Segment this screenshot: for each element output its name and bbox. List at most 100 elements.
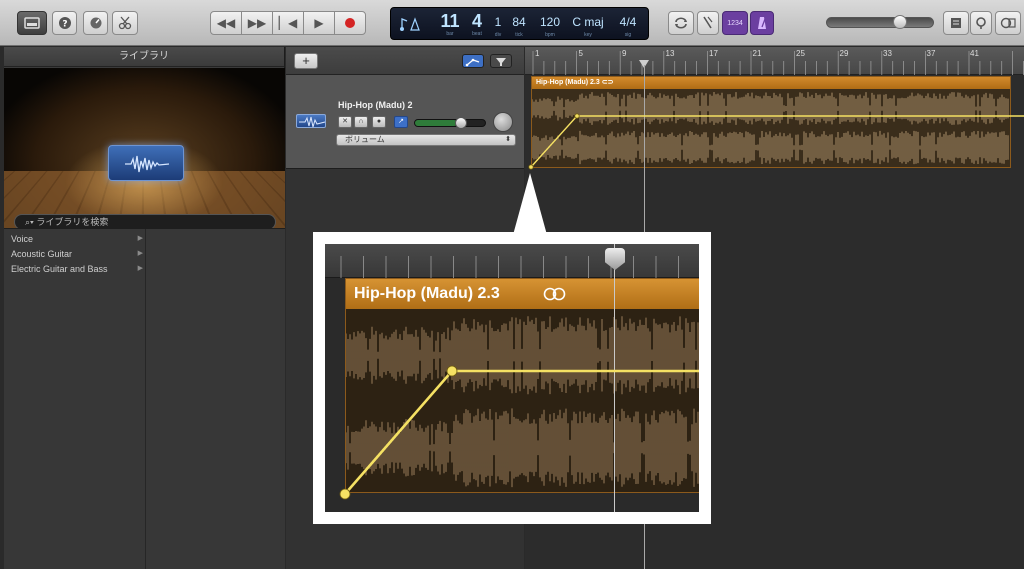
master-volume-slider[interactable] [826, 15, 934, 29]
transport-controls: ◀◀ ▶▶ ▏◀ ▶ [210, 11, 366, 35]
ruler-ticks [532, 51, 1024, 75]
dial-icon [90, 17, 101, 29]
notepad-button[interactable] [943, 11, 969, 35]
chevron-right-icon: ▶ [137, 235, 143, 242]
scissors-icon [118, 16, 132, 30]
library-search-placeholder: ライブラリを検索 [36, 217, 109, 227]
audio-device-icon [108, 145, 184, 181]
headphones-icon: ∩ [358, 118, 364, 125]
record-enable-button[interactable]: ● [372, 116, 386, 128]
count-in-label: 1234 [727, 19, 743, 27]
play-button[interactable]: ▶ [303, 11, 335, 35]
fast-forward-button[interactable]: ▶▶ [241, 11, 273, 35]
zoomed-region-view: Hip-Hop (Madu) 2.3 [325, 244, 699, 512]
lcd-tick: 84 tick [512, 15, 526, 38]
lcd-beat: 4 beat [471, 11, 482, 37]
waveform-channel [532, 92, 1009, 125]
tracks-header-bar: + [286, 47, 524, 75]
library-column-divider [145, 229, 146, 569]
play-icon: ▶ [314, 16, 324, 30]
tuner-button[interactable] [697, 11, 719, 35]
library-title: ライブラリ [4, 47, 284, 67]
fast-forward-icon: ▶▶ [247, 16, 267, 30]
loop-icon [976, 17, 986, 29]
automation-small-icon: ↗ [398, 118, 404, 125]
record-icon [345, 18, 355, 28]
automation-icon [465, 58, 480, 67]
waveform-channel [532, 130, 1009, 165]
search-icon: ⌕▾ [25, 217, 37, 227]
cycle-icon [675, 17, 687, 29]
garageband-window: ? ◀◀ ▶▶ ▏◀ ▶ 11 bar 4 beat 1 div 84 tick 120… [0, 0, 1024, 569]
add-track-button[interactable]: + [294, 53, 318, 69]
metronome-icon [758, 17, 766, 29]
skip-back-icon: ▏◀ [278, 16, 298, 30]
loop-rings-icon: ⊂⊃ [601, 79, 614, 86]
track-volume-knob[interactable] [455, 117, 467, 129]
media-icon [1000, 17, 1016, 29]
zoomed-automation-curve [339, 365, 699, 500]
library-item-voice[interactable]: Voice ▶ [11, 232, 143, 246]
lcd-display[interactable]: 11 bar 4 beat 1 div 84 tick 120 bpm C maj key … [390, 7, 649, 40]
metronome-note-icon [400, 17, 420, 31]
dropdown-arrow-icon: ⬍ [505, 136, 511, 143]
library-item-label: Voice [11, 234, 34, 244]
library-item-label: Electric Guitar and Bass [11, 264, 108, 274]
region-name: Hip-Hop (Madu) 2.3 ⊂⊃ [532, 77, 1010, 89]
lcd-time-signature[interactable]: 4/4 sig [615, 11, 641, 38]
cycle-button[interactable] [668, 11, 694, 35]
tuning-fork-icon [703, 16, 713, 29]
solo-button[interactable]: ∩ [354, 116, 368, 128]
library-pane: ライブラリ ⌕▾ ライブラリを検索 Voice ▶ Acoustic Guitar… [4, 47, 285, 569]
help-icon: ? [58, 17, 71, 30]
timeline-ruler[interactable]: 1 5 9 13 17 21 25 29 33 37 41 [525, 47, 1024, 75]
chevron-right-icon: ▶ [137, 265, 143, 272]
region-waveform [532, 92, 1009, 165]
loop-browser-button[interactable] [970, 11, 992, 35]
go-to-beginning-button[interactable]: ▏◀ [272, 11, 304, 35]
library-patch-preview: ⌕▾ ライブラリを検索 [4, 68, 285, 237]
master-volume-knob[interactable] [893, 15, 907, 29]
record-dot-icon: ● [376, 118, 382, 125]
zoomed-automation-point[interactable] [339, 488, 351, 500]
metronome-button[interactable] [750, 11, 774, 35]
count-in-button[interactable]: 1234 [722, 11, 748, 35]
automation-toggle-button[interactable] [462, 54, 484, 68]
track-volume-slider[interactable] [414, 117, 486, 129]
track-header[interactable]: Hip-Hop (Madu) 2 ✕ ∩ ● ↗ ボリューム ⬍ [286, 75, 524, 169]
help-button[interactable]: ? [52, 11, 77, 35]
library-item-label: Acoustic Guitar [11, 249, 73, 259]
zoomed-automation-line [344, 369, 699, 495]
record-button[interactable] [334, 11, 366, 35]
library-item-electric-guitar-bass[interactable]: Electric Guitar and Bass ▶ [11, 262, 143, 276]
track-pan-knob[interactable] [493, 112, 513, 132]
library-item-acoustic-guitar[interactable]: Acoustic Guitar ▶ [11, 247, 143, 261]
audio-region[interactable]: Hip-Hop (Madu) 2.3 ⊂⊃ [531, 76, 1011, 168]
track-name[interactable]: Hip-Hop (Madu) 2 [338, 100, 413, 110]
zoomed-automation-point[interactable] [446, 365, 458, 377]
rewind-button[interactable]: ◀◀ [210, 11, 242, 35]
smart-controls-button[interactable] [83, 11, 108, 35]
media-browser-button[interactable] [995, 11, 1021, 35]
svg-text:?: ? [62, 20, 67, 30]
toolbar: ? ◀◀ ▶▶ ▏◀ ▶ 11 bar 4 beat 1 div 84 tick 120… [0, 0, 1024, 46]
library-icon [24, 17, 40, 29]
lcd-div: 1 div [494, 15, 502, 38]
track-waveform-icon [296, 114, 326, 128]
automation-enable-button[interactable]: ↗ [394, 116, 408, 128]
library-toggle-button[interactable] [17, 11, 47, 35]
editors-button[interactable] [112, 11, 138, 35]
chevron-right-icon: ▶ [137, 250, 143, 257]
filter-button[interactable] [490, 54, 512, 68]
mute-button[interactable]: ✕ [338, 116, 352, 128]
rewind-icon: ◀◀ [216, 16, 236, 30]
automation-parameter-select[interactable]: ボリューム ⬍ [336, 134, 516, 146]
lcd-tempo[interactable]: 120 bpm [537, 11, 563, 38]
filter-icon [496, 58, 506, 66]
library-category-list: Voice ▶ Acoustic Guitar ▶ Electric Guitar … [4, 228, 285, 569]
region-name-text: Hip-Hop (Madu) 2.3 [536, 79, 600, 86]
lcd-key[interactable]: C maj key [571, 11, 605, 38]
notepad-icon [951, 18, 961, 28]
speaker-mute-icon: ✕ [342, 118, 348, 125]
track-volume-fill [415, 120, 457, 126]
